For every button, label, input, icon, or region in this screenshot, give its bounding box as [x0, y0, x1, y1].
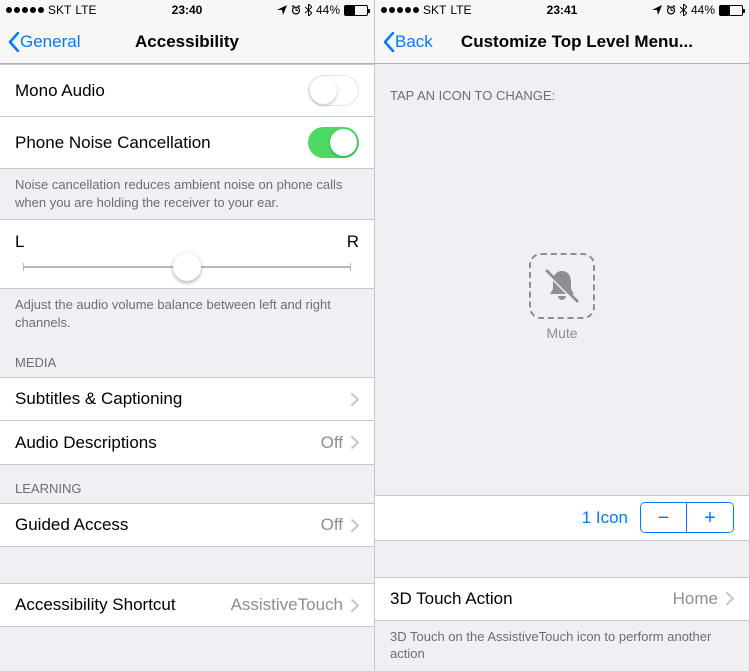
subtitles-row[interactable]: Subtitles & Captioning [0, 377, 374, 421]
balance-left-label: L [15, 232, 24, 252]
back-button[interactable]: General [0, 32, 80, 52]
nav-bar: General Accessibility [0, 20, 374, 64]
network-label: LTE [450, 3, 471, 17]
alarm-icon [291, 5, 301, 15]
carrier-label: SKT [423, 3, 446, 17]
back-button[interactable]: Back [375, 32, 433, 52]
mute-label: Mute [546, 325, 577, 341]
screen-customize-menu: SKT LTE 23:41 44% Back Customize Top Lev… [375, 0, 750, 671]
accessibility-shortcut-label: Accessibility Shortcut [15, 595, 176, 615]
guided-access-row[interactable]: Guided Access Off [0, 503, 374, 547]
network-label: LTE [75, 3, 96, 17]
status-bar: SKT LTE 23:40 44% [0, 0, 374, 20]
status-bar: SKT LTE 23:41 44% [375, 0, 749, 20]
bluetooth-icon [680, 4, 687, 16]
location-icon [652, 5, 662, 15]
audio-descriptions-value: Off [321, 433, 343, 453]
chevron-right-icon [351, 519, 359, 532]
audio-descriptions-row[interactable]: Audio Descriptions Off [0, 421, 374, 465]
battery-pct: 44% [691, 3, 715, 17]
balance-right-label: R [347, 232, 359, 252]
status-time: 23:41 [547, 3, 578, 17]
balance-slider[interactable] [23, 266, 351, 268]
subtitles-label: Subtitles & Captioning [15, 389, 182, 409]
content-area: TAP AN ICON TO CHANGE: Mute 1 Icon − + 3… [375, 64, 749, 671]
stepper-minus-button[interactable]: − [641, 503, 687, 532]
icon-stepper: − + [640, 502, 734, 533]
bluetooth-icon [305, 4, 312, 16]
3d-touch-action-label: 3D Touch Action [390, 589, 513, 609]
chevron-back-icon [383, 32, 395, 52]
back-label: General [20, 32, 80, 52]
icon-count-label: 1 Icon [582, 508, 628, 528]
mute-icon-slot[interactable] [529, 253, 595, 319]
battery-icon [344, 5, 368, 16]
slider-thumb[interactable] [173, 253, 201, 281]
noise-cancellation-row[interactable]: Phone Noise Cancellation [0, 117, 374, 169]
mono-audio-label: Mono Audio [15, 81, 105, 101]
screen-accessibility: SKT LTE 23:40 44% General Accessibility … [0, 0, 375, 671]
bell-mute-icon [541, 265, 583, 307]
3d-touch-action-row[interactable]: 3D Touch Action Home [375, 577, 749, 621]
battery-pct: 44% [316, 3, 340, 17]
guided-access-value: Off [321, 515, 343, 535]
3d-touch-footer: 3D Touch on the AssistiveTouch icon to p… [375, 621, 749, 671]
balance-slider-row: L R [0, 219, 374, 289]
location-icon [277, 5, 287, 15]
learning-header: LEARNING [0, 465, 374, 503]
carrier-label: SKT [48, 3, 71, 17]
status-time: 23:40 [172, 3, 203, 17]
content-list[interactable]: Mono Audio Phone Noise Cancellation Nois… [0, 64, 374, 671]
signal-dots-icon [6, 7, 44, 13]
nav-bar: Back Customize Top Level Menu... [375, 20, 749, 64]
3d-touch-action-value: Home [673, 589, 718, 609]
alarm-icon [666, 5, 676, 15]
chevron-back-icon [8, 32, 20, 52]
back-label: Back [395, 32, 433, 52]
chevron-right-icon [351, 436, 359, 449]
battery-icon [719, 5, 743, 16]
media-header: MEDIA [0, 339, 374, 377]
page-title: Customize Top Level Menu... [461, 32, 693, 52]
icon-grid: Mute [375, 110, 749, 495]
noise-cancellation-label: Phone Noise Cancellation [15, 133, 211, 153]
mono-audio-switch[interactable] [308, 75, 359, 106]
chevron-right-icon [351, 393, 359, 406]
icon-count-row: 1 Icon − + [375, 495, 749, 541]
signal-dots-icon [381, 7, 419, 13]
noise-footer: Noise cancellation reduces ambient noise… [0, 169, 374, 219]
accessibility-shortcut-value: AssistiveTouch [231, 595, 343, 615]
tap-icon-header: TAP AN ICON TO CHANGE: [375, 64, 749, 110]
stepper-plus-button[interactable]: + [687, 503, 733, 532]
guided-access-label: Guided Access [15, 515, 128, 535]
page-title: Accessibility [135, 32, 239, 52]
accessibility-shortcut-row[interactable]: Accessibility Shortcut AssistiveTouch [0, 583, 374, 627]
chevron-right-icon [726, 592, 734, 605]
noise-cancellation-switch[interactable] [308, 127, 359, 158]
audio-descriptions-label: Audio Descriptions [15, 433, 157, 453]
mono-audio-row[interactable]: Mono Audio [0, 64, 374, 117]
balance-footer: Adjust the audio volume balance between … [0, 289, 374, 339]
chevron-right-icon [351, 599, 359, 612]
